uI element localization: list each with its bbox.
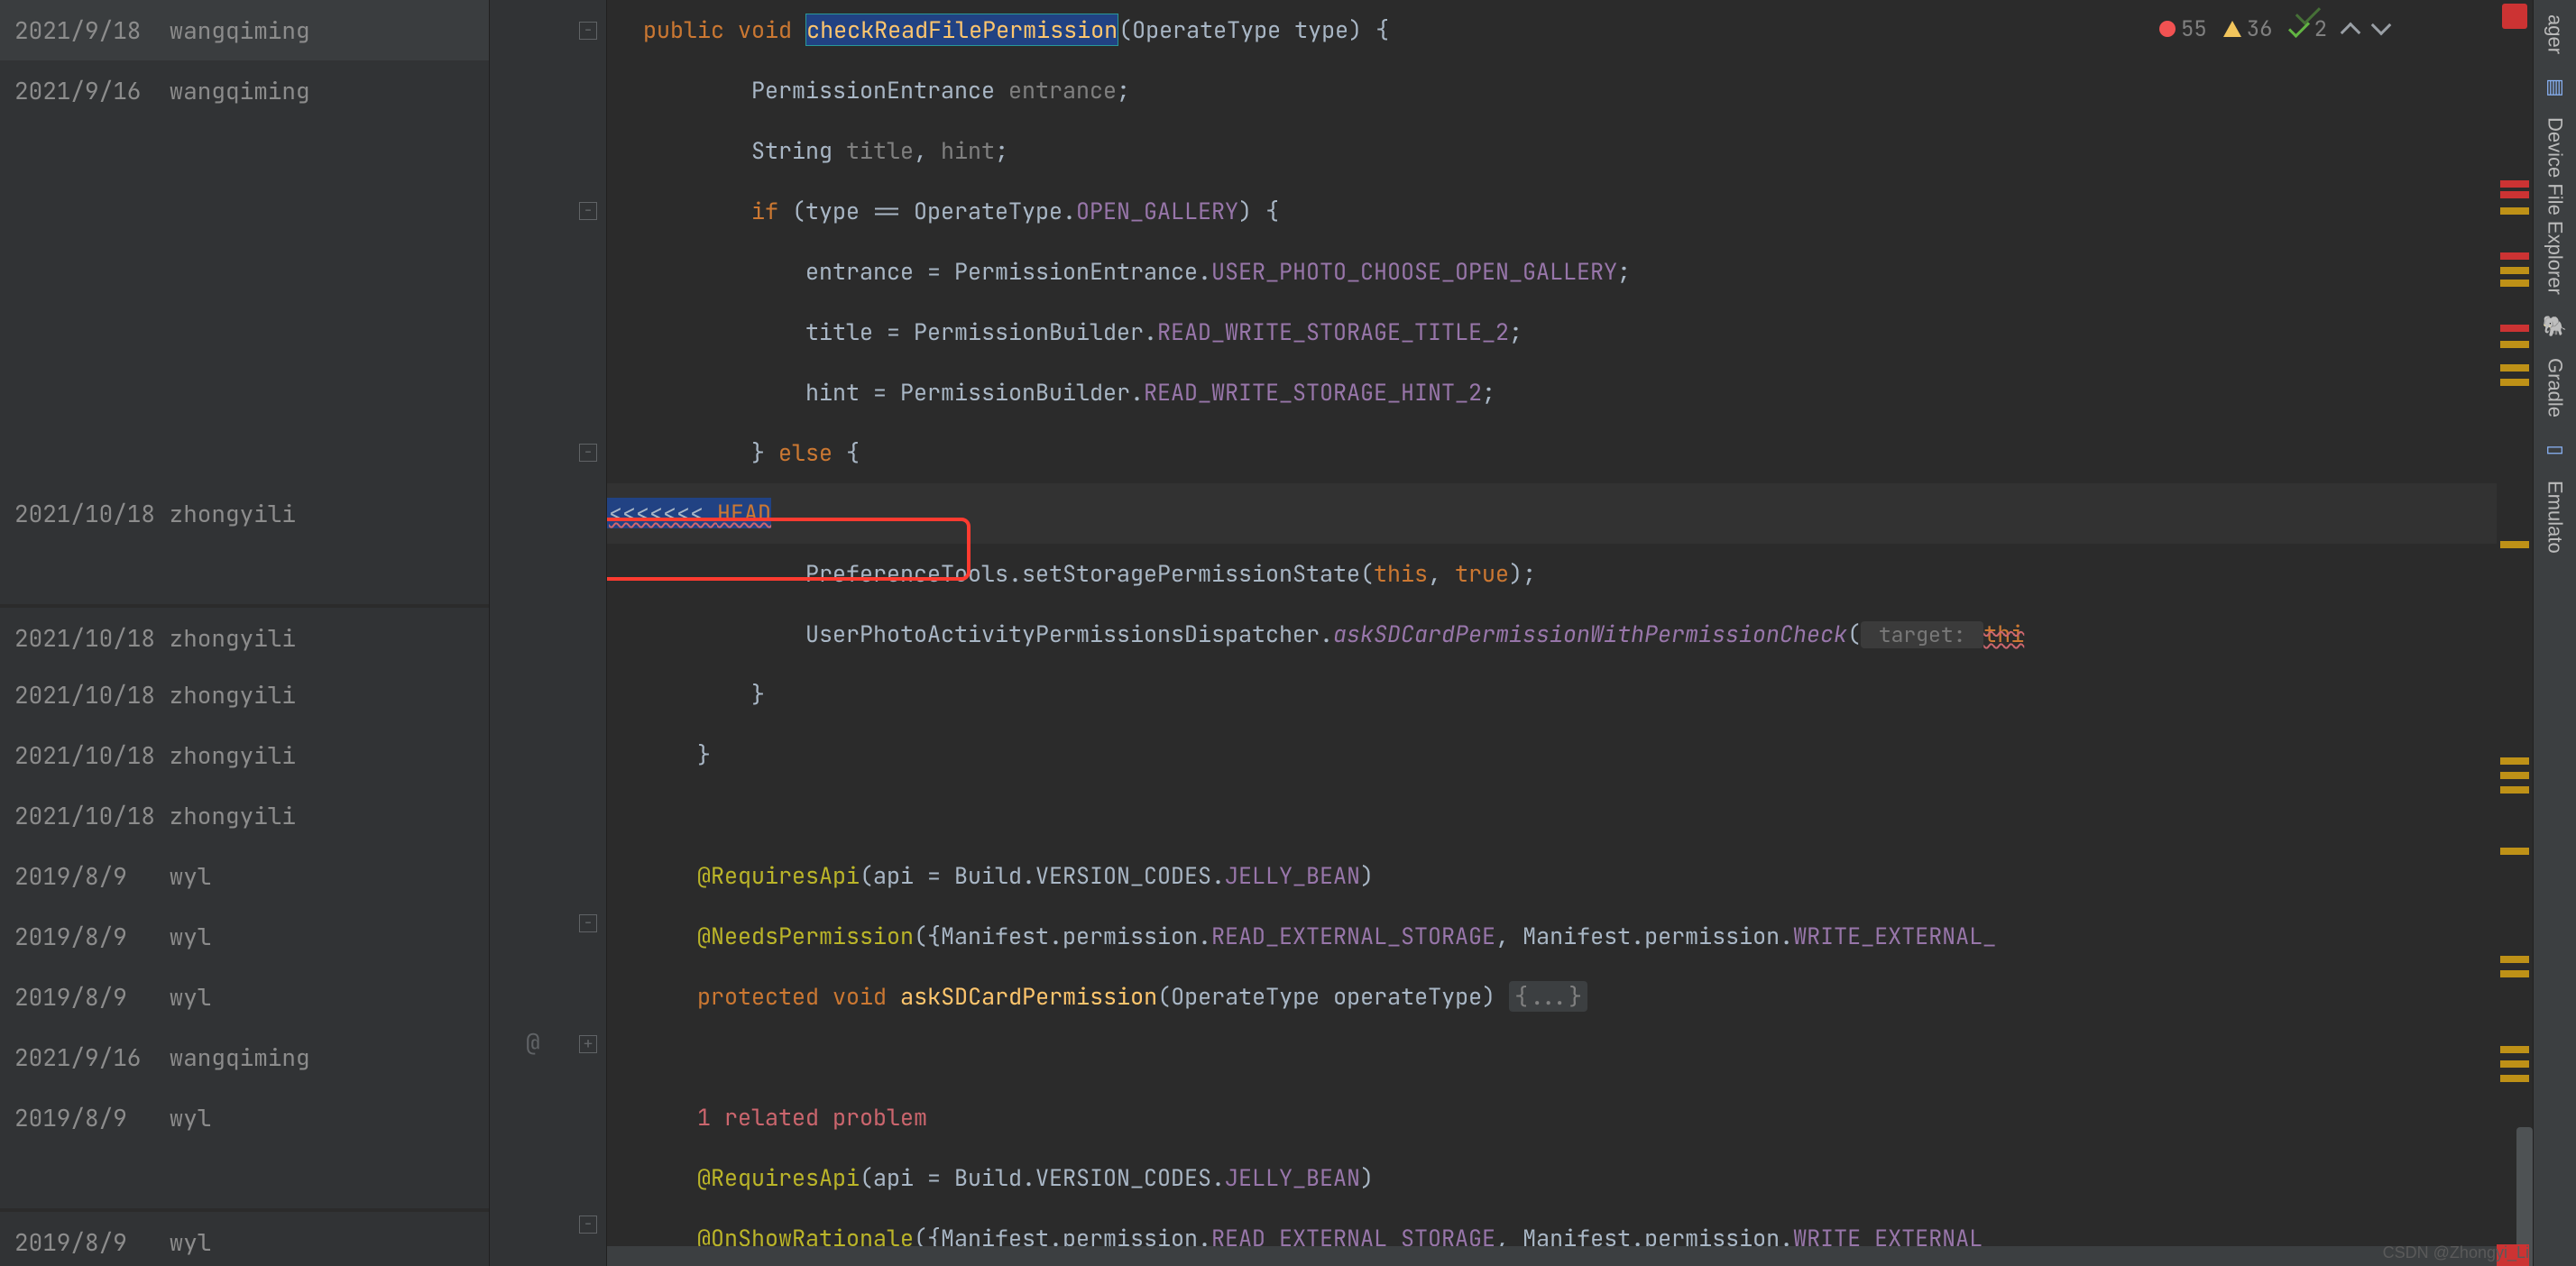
code-line[interactable]: } else { xyxy=(607,423,2497,483)
fold-icon[interactable] xyxy=(579,202,597,220)
code-line[interactable]: } xyxy=(607,725,2497,785)
blame-row[interactable]: 2021/10/18 zhongyili xyxy=(0,785,489,846)
code-line[interactable]: UserPhotoActivityPermissionsDispatcher.a… xyxy=(607,604,2497,665)
next-highlight-button[interactable] xyxy=(2371,15,2392,36)
watermark-text: CSDN @Zhongyi_Li xyxy=(2383,1243,2529,1262)
code-line[interactable]: String title, hint; xyxy=(607,121,2497,181)
code-line[interactable]: PreferenceTools.setStoragePermissionStat… xyxy=(607,544,2497,604)
fold-icon[interactable] xyxy=(579,1035,597,1053)
blame-row xyxy=(0,181,489,242)
blame-row xyxy=(0,544,489,604)
toolwindow-tab-device-file-explorer[interactable]: Device File Explorer xyxy=(2544,110,2567,302)
folded-block[interactable]: {...} xyxy=(1509,981,1587,1012)
blame-row[interactable]: 2021/10/18 zhongyili xyxy=(0,725,489,785)
emulator-icon[interactable]: ▭ xyxy=(2542,436,2569,463)
blame-row xyxy=(0,423,489,483)
blame-row[interactable]: 2019/8/9 wyl xyxy=(0,846,489,906)
toolwindow-tab-manager[interactable]: ager xyxy=(2544,7,2567,61)
editor-code-area[interactable]: 55 36 2 public void checkReadFilePermiss… xyxy=(607,0,2497,1266)
code-line[interactable]: protected void askSDCardPermission(Opera… xyxy=(607,967,2497,1027)
code-line[interactable]: PermissionEntrance entrance; xyxy=(607,60,2497,121)
horizontal-scrollbar[interactable] xyxy=(607,1246,2497,1266)
code-line[interactable]: entrance = PermissionEntrance.USER_PHOTO… xyxy=(607,242,2497,302)
inspection-errors[interactable]: 55 xyxy=(2159,15,2207,43)
blame-row[interactable]: 2019/8/9 wyl xyxy=(0,967,489,1027)
code-line[interactable]: @NeedsPermission({Manifest.permission.RE… xyxy=(607,906,2497,967)
related-problem-link[interactable]: 1 related problem xyxy=(697,1102,927,1133)
blame-row[interactable]: 2021/9/18 wangqiming xyxy=(0,0,489,60)
editor-gutter: @ @ xyxy=(490,0,607,1266)
code-line[interactable]: hint = PermissionBuilder.READ_WRITE_STOR… xyxy=(607,362,2497,423)
device-file-explorer-icon[interactable]: ▥ xyxy=(2542,72,2569,99)
error-stripe[interactable] xyxy=(2497,0,2533,1266)
gradle-icon[interactable]: 🐘 xyxy=(2542,313,2569,340)
inline-parameter-hint: target: xyxy=(1861,621,1983,648)
blame-row[interactable]: 2021/10/18 zhongyili xyxy=(0,665,489,725)
code-line[interactable]: 1 related problem xyxy=(607,1087,2497,1148)
code-line[interactable] xyxy=(607,785,2497,846)
error-icon xyxy=(2159,21,2176,37)
check-icon xyxy=(2288,16,2310,38)
blame-row[interactable]: 2021/10/18 zhongyili xyxy=(0,483,489,544)
inspection-warning-count: 36 xyxy=(2247,15,2273,43)
annotations-gutter: 2021/9/18 wangqiming2021/9/16 wangqiming… xyxy=(0,0,490,1266)
fold-icon[interactable] xyxy=(579,444,597,462)
inspection-warnings[interactable]: 36 xyxy=(2223,15,2273,43)
code-line[interactable]: } xyxy=(607,665,2497,725)
warning-icon xyxy=(2223,21,2241,37)
toolwindow-tab-gradle[interactable]: Gradle xyxy=(2544,351,2567,425)
code-line[interactable] xyxy=(607,1027,2497,1087)
blame-row xyxy=(0,362,489,423)
blame-row[interactable]: 2021/9/16 wangqiming xyxy=(0,1027,489,1087)
blame-row[interactable]: 2021/10/18 zhongyili xyxy=(0,604,489,665)
blame-row[interactable]: 2019/8/9 wyl xyxy=(0,1087,489,1148)
code-line[interactable]: @RequiresApi(api = Build.VERSION_CODES.J… xyxy=(607,1148,2497,1208)
code-line-conflict-marker[interactable]: <<<<<<< HEAD xyxy=(607,483,2497,544)
blame-row xyxy=(0,121,489,181)
code-line[interactable]: @RequiresApi(api = Build.VERSION_CODES.J… xyxy=(607,846,2497,906)
blame-row[interactable]: 2019/8/9 wyl xyxy=(0,906,489,967)
code-line[interactable]: title = PermissionBuilder.READ_WRITE_STO… xyxy=(607,302,2497,362)
blame-row xyxy=(0,242,489,302)
fold-icon[interactable] xyxy=(579,1216,597,1234)
toolwindow-tab-emulator[interactable]: Emulato xyxy=(2544,473,2567,561)
inspection-ok[interactable]: 2 xyxy=(2289,15,2327,43)
traffic-light-icon[interactable] xyxy=(2502,4,2527,29)
inspection-error-count: 55 xyxy=(2181,15,2207,43)
inspection-ok-count: 2 xyxy=(2314,15,2327,43)
inspections-widget[interactable]: 55 36 2 xyxy=(2159,11,2388,47)
blame-row[interactable]: 2019/8/9 wyl xyxy=(0,1208,489,1266)
blame-row xyxy=(0,1148,489,1208)
fold-icon[interactable] xyxy=(579,914,597,932)
blame-row[interactable]: 2021/9/16 wangqiming xyxy=(0,60,489,121)
override-icon[interactable]: @ xyxy=(526,1026,540,1058)
blame-row xyxy=(0,302,489,362)
prev-highlight-button[interactable] xyxy=(2341,23,2361,43)
code-line[interactable]: if (type == OperateType.OPEN_GALLERY) { xyxy=(607,181,2497,242)
right-tool-window-bar: ager ▥ Device File Explorer 🐘 Gradle ▭ E… xyxy=(2533,0,2576,1266)
fold-icon[interactable] xyxy=(579,22,597,40)
